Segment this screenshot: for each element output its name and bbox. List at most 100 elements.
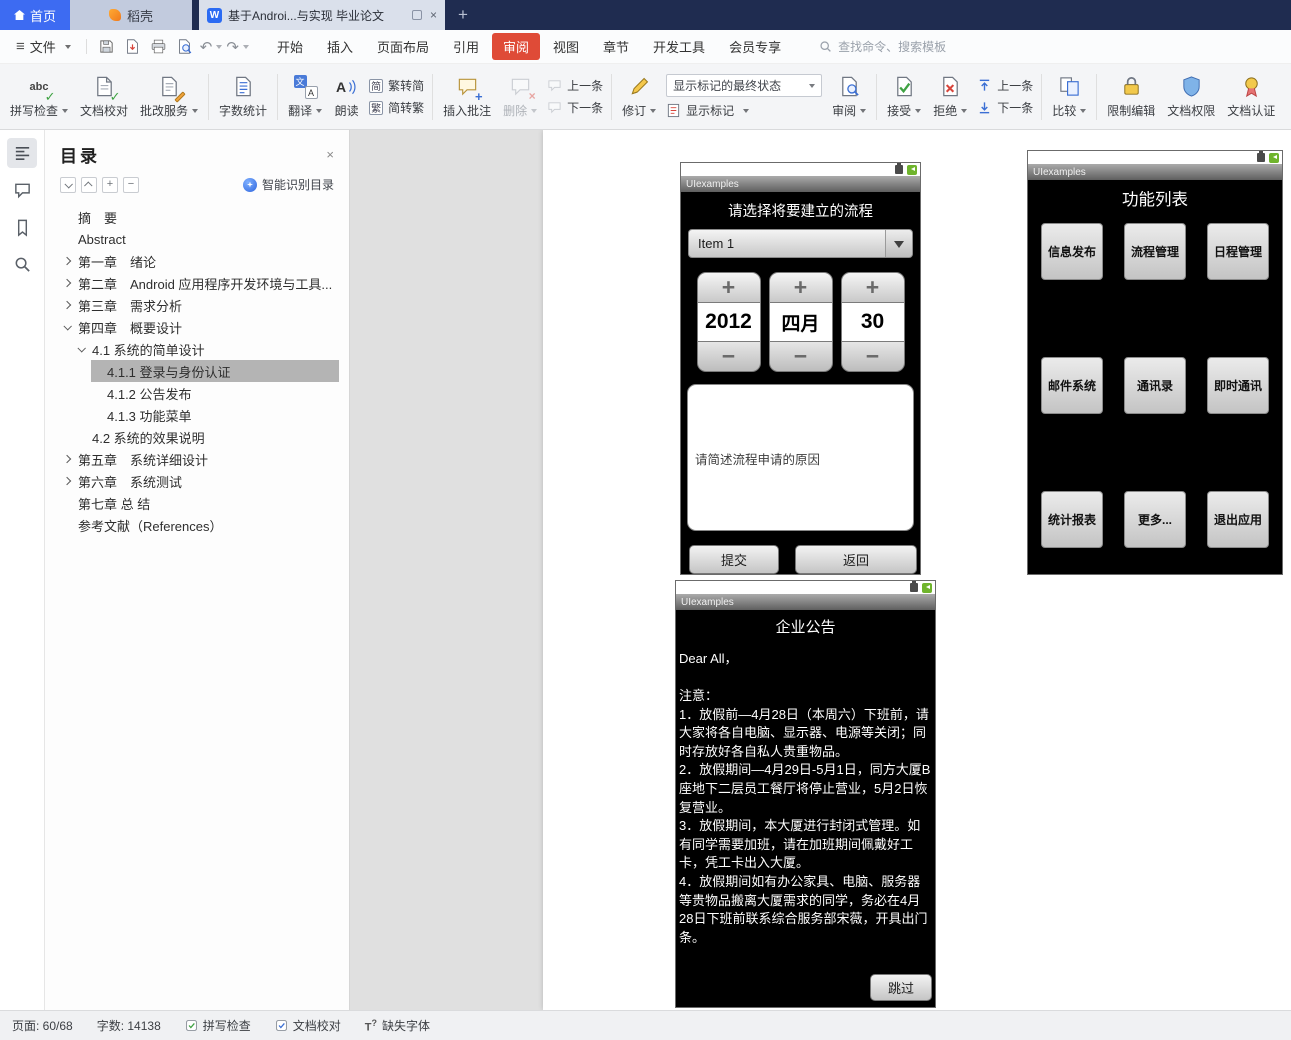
chevron-up-icon [84,180,93,190]
command-search[interactable]: 查找命令、搜索模板 [819,38,946,55]
next-change-button[interactable]: 下一条 [977,99,1033,116]
word-count-indicator[interactable]: 字数: 14138 [97,1017,161,1034]
accept-change-button[interactable]: 接受 [881,67,927,127]
tab-member[interactable]: 会员专享 [718,33,792,60]
export-pdf-button[interactable] [120,35,146,59]
correction-service-button[interactable]: 批改服务 [134,67,204,127]
lock-icon [1119,74,1144,99]
redo-button[interactable]: ↷ [226,38,249,56]
toc-item[interactable]: 第一章 绪论 [45,250,349,272]
sidebar-bookmark-button[interactable] [7,212,37,242]
doc-permission-button[interactable]: 文档权限 [1161,67,1221,127]
proofread-status-button[interactable]: 文档校对 [275,1017,341,1034]
toc-item[interactable]: 4.1 系统的简单设计 [45,338,349,360]
toc-item[interactable]: 第五章 系统详细设计 [45,448,349,470]
search-icon [820,41,831,52]
tab-review[interactable]: 审阅 [492,33,541,60]
review-mode-button[interactable]: 审阅 [826,67,872,127]
simp-to-trad-button[interactable]: 繁 简转繁 [369,99,424,116]
toc-item[interactable]: 参考文献（References） [45,514,349,536]
document-area[interactable]: UIexamples 请选择将要建立的流程 Item 1 + 2012 − + … [350,130,1291,1010]
print-preview-button[interactable] [172,35,198,59]
announcement-heading: 企业公告 [775,619,836,636]
review-mode-icon [837,74,862,99]
tab-section[interactable]: 章节 [592,33,640,60]
collapse-all-button[interactable] [60,176,76,193]
toc-item[interactable]: 4.1.2 公告发布 [45,382,349,404]
screenshot-function-list[interactable]: UIexamples 功能列表 信息发布 流程管理 日程管理 邮件系统 通讯录 … [1027,150,1283,575]
new-tab-button[interactable]: + [445,0,481,30]
toc-item[interactable]: 第六章 系统测试 [45,470,349,492]
expand-level-button[interactable]: + [102,176,118,193]
track-changes-icon [627,74,652,99]
save-button[interactable] [94,35,120,59]
toc-item[interactable]: 摘 要 [45,206,349,228]
app-title-label: UIexamples [1033,166,1086,178]
tab-insert[interactable]: 插入 [316,33,364,60]
doc-proofread-button[interactable]: ✓ 文档校对 [74,67,134,127]
document-tab[interactable]: W 基于Androi...与实现 毕业论文 × [199,0,445,30]
toc-item[interactable]: Abstract [45,228,349,250]
prev-change-button[interactable]: 上一条 [977,77,1033,94]
show-markup-button[interactable]: 显示标记 [666,102,822,119]
smart-toc-icon [242,177,257,192]
return-button: 返回 [795,545,917,574]
translate-icon: 文 A [293,74,318,99]
smart-toc-button[interactable]: 智能识别目录 [242,176,334,193]
toc-item[interactable]: 第二章 Android 应用程序开发环境与工具... [45,272,349,294]
expand-all-button[interactable] [81,176,97,193]
word-count-button[interactable]: 字数统计 [213,67,273,127]
charging-icon [922,582,932,593]
tab-pin-icon[interactable] [411,10,422,20]
trad-to-simp-button[interactable]: 简 繁转简 [369,77,424,94]
caret-icon [192,109,199,116]
translate-button[interactable]: 文 A 翻译 [282,67,328,127]
tab-page-layout[interactable]: 页面布局 [366,33,440,60]
sidebar-search-button[interactable] [7,249,37,279]
toc-item[interactable]: 第四章 概要设计 [45,316,349,338]
compare-button[interactable]: 比较 [1046,67,1092,127]
toc-item[interactable]: 第七章 总 结 [45,492,349,514]
next-comment-button[interactable]: 下一条 [547,99,603,116]
track-changes-button[interactable]: 修订 [616,67,662,127]
caret-icon [961,109,968,116]
sidebar-outline-button[interactable] [7,138,37,168]
insert-comment-button[interactable]: + 插入批注 [437,67,497,127]
tab-references[interactable]: 引用 [442,33,490,60]
file-menu-button[interactable]: ≡ 文件 [8,37,79,56]
tab-dev-tools[interactable]: 开发工具 [642,33,716,60]
screenshot-flow-form[interactable]: UIexamples 请选择将要建立的流程 Item 1 + 2012 − + … [680,162,921,575]
toc-item[interactable]: 4.2 系统的效果说明 [45,426,349,448]
docer-tab[interactable]: 稻壳 [70,0,192,30]
spell-check-button[interactable]: abc ✓ 拼写检查 [4,67,74,127]
chevron-right-icon [62,300,72,310]
caret-icon [62,109,69,116]
toc-item[interactable]: 第三章 需求分析 [45,294,349,316]
missing-font-button[interactable]: T? 缺失字体 [365,1017,430,1034]
print-button[interactable] [146,35,172,59]
collapse-level-button[interactable]: − [123,176,139,193]
reject-change-button[interactable]: 拒绝 [927,67,973,127]
sidebar-comment-button[interactable] [7,175,37,205]
next-comment-icon [547,100,562,115]
delete-comment-button[interactable]: × 删除 [497,67,543,127]
feature-button: 即时通讯 [1207,357,1269,414]
undo-button[interactable]: ↶ [200,38,223,56]
spellcheck-status-button[interactable]: 拼写检查 [185,1017,251,1034]
home-tab[interactable]: 首页 [0,0,70,30]
toc-item[interactable]: 4.1.3 功能菜单 [45,404,349,426]
caret-icon [242,45,249,52]
tab-start[interactable]: 开始 [266,33,314,60]
tab-view[interactable]: 视图 [542,33,590,60]
toc-close-icon[interactable]: × [326,147,334,162]
skip-button: 跳过 [870,974,932,1001]
prev-comment-button[interactable]: 上一条 [547,77,603,94]
restrict-editing-button[interactable]: 限制编辑 [1101,67,1161,127]
doc-certification-button[interactable]: 文档认证 [1221,67,1281,127]
markup-state-select[interactable]: 显示标记的最终状态 [666,74,823,97]
read-aloud-button[interactable]: A 朗读 [328,67,365,127]
screenshot-announcement[interactable]: UIexamples 企业公告 Dear All， 注意： 1．放假前—4月28… [675,580,936,1008]
toc-item-selected[interactable]: 4.1.1 登录与身份认证 [45,360,349,382]
tab-close-icon[interactable]: × [430,8,437,22]
document-page[interactable]: UIexamples 请选择将要建立的流程 Item 1 + 2012 − + … [543,130,1291,1010]
